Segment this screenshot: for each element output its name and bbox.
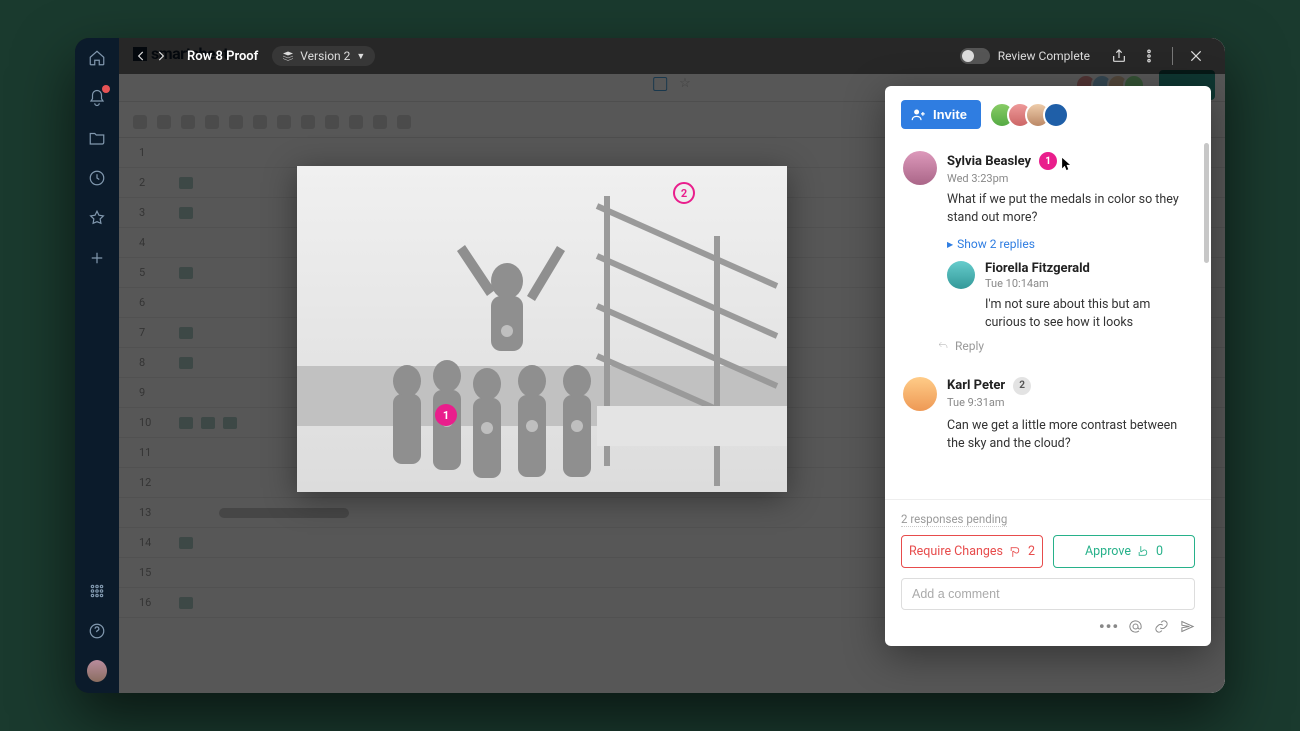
panel-footer: 2 responses pending Require Changes 2 Ap…: [885, 499, 1211, 646]
comment-thread[interactable]: Sylvia Beasley 1 Wed 3:23pm What if we p…: [903, 143, 1193, 363]
avatar: [903, 151, 937, 185]
proof-image[interactable]: 1 2: [297, 166, 787, 492]
comment-body: Can we get a little more contrast betwee…: [947, 417, 1193, 453]
comments-list[interactable]: Sylvia Beasley 1 Wed 3:23pm What if we p…: [885, 139, 1211, 499]
invite-button[interactable]: Invite: [901, 100, 981, 129]
show-replies-link[interactable]: Show 2 replies: [947, 237, 1193, 251]
reviewer-avatars[interactable]: [997, 102, 1069, 128]
comment-author: Sylvia Beasley: [947, 154, 1031, 169]
version-label: Version 2: [300, 49, 350, 63]
comment-time: Tue 9:31am: [947, 396, 1193, 409]
home-icon[interactable]: [87, 48, 107, 68]
comment-time: Wed 3:23pm: [947, 172, 1193, 185]
recents-icon[interactable]: [87, 168, 107, 188]
version-selector[interactable]: Version 2 ▼: [272, 46, 375, 66]
avatar: [947, 261, 975, 289]
attach-link-icon[interactable]: [1153, 618, 1169, 634]
reply-link[interactable]: Reply: [937, 339, 1193, 353]
share-icon[interactable]: [1110, 47, 1128, 65]
comment-time: Tue 10:14am: [985, 277, 1193, 290]
comment-reply: Fiorella Fitzgerald Tue 10:14am I'm not …: [947, 261, 1193, 332]
help-icon[interactable]: [87, 621, 107, 641]
next-icon[interactable]: [153, 48, 169, 64]
account-avatar[interactable]: [87, 661, 107, 681]
avatar: [903, 377, 937, 411]
comments-panel: Invite Sylvia Beasley 1: [885, 86, 1211, 646]
app-window: smartsheet ☆ 1 2 3 4 5 6 7 8 9 10 11: [75, 38, 1225, 693]
comment-input[interactable]: [901, 578, 1195, 610]
pending-responses: 2 responses pending: [901, 512, 1007, 527]
app-rail: [75, 38, 119, 693]
proof-title: Row 8 Proof: [187, 49, 258, 64]
folder-icon[interactable]: [87, 128, 107, 148]
main-area: smartsheet ☆ 1 2 3 4 5 6 7 8 9 10 11: [119, 38, 1225, 693]
annotation-pin-1[interactable]: 1: [435, 404, 457, 426]
invite-label: Invite: [933, 107, 967, 122]
approve-button[interactable]: Approve 0: [1053, 535, 1195, 568]
annotation-count-badge: 2: [1013, 377, 1031, 395]
prev-icon[interactable]: [133, 48, 149, 64]
send-icon[interactable]: [1179, 618, 1195, 634]
comment-body: What if we put the medals in color so th…: [947, 191, 1193, 227]
more-icon[interactable]: [1140, 47, 1158, 65]
comment-author: Karl Peter: [947, 378, 1005, 393]
proof-header: Row 8 Proof Version 2 ▼ Review Complete: [119, 38, 1225, 74]
comment-body: I'm not sure about this but am curious t…: [985, 296, 1193, 332]
review-complete-label: Review Complete: [998, 49, 1090, 63]
comment-thread[interactable]: Karl Peter 2 Tue 9:31am Can we get a lit…: [903, 369, 1193, 463]
more-options-icon[interactable]: •••: [1101, 618, 1117, 634]
mention-icon[interactable]: [1127, 618, 1143, 634]
close-icon[interactable]: [1187, 47, 1205, 65]
require-changes-button[interactable]: Require Changes 2: [901, 535, 1043, 568]
favorites-icon[interactable]: [87, 208, 107, 228]
scrollbar-thumb[interactable]: [1204, 143, 1209, 263]
review-complete-toggle[interactable]: [960, 48, 990, 64]
comment-author: Fiorella Fitzgerald: [985, 261, 1090, 276]
chevron-down-icon: ▼: [356, 51, 365, 62]
annotation-pin-2[interactable]: 2: [673, 182, 695, 204]
notifications-icon[interactable]: [87, 88, 107, 108]
apps-icon[interactable]: [87, 581, 107, 601]
annotation-count-badge: 1: [1039, 152, 1057, 170]
add-icon[interactable]: [87, 248, 107, 268]
